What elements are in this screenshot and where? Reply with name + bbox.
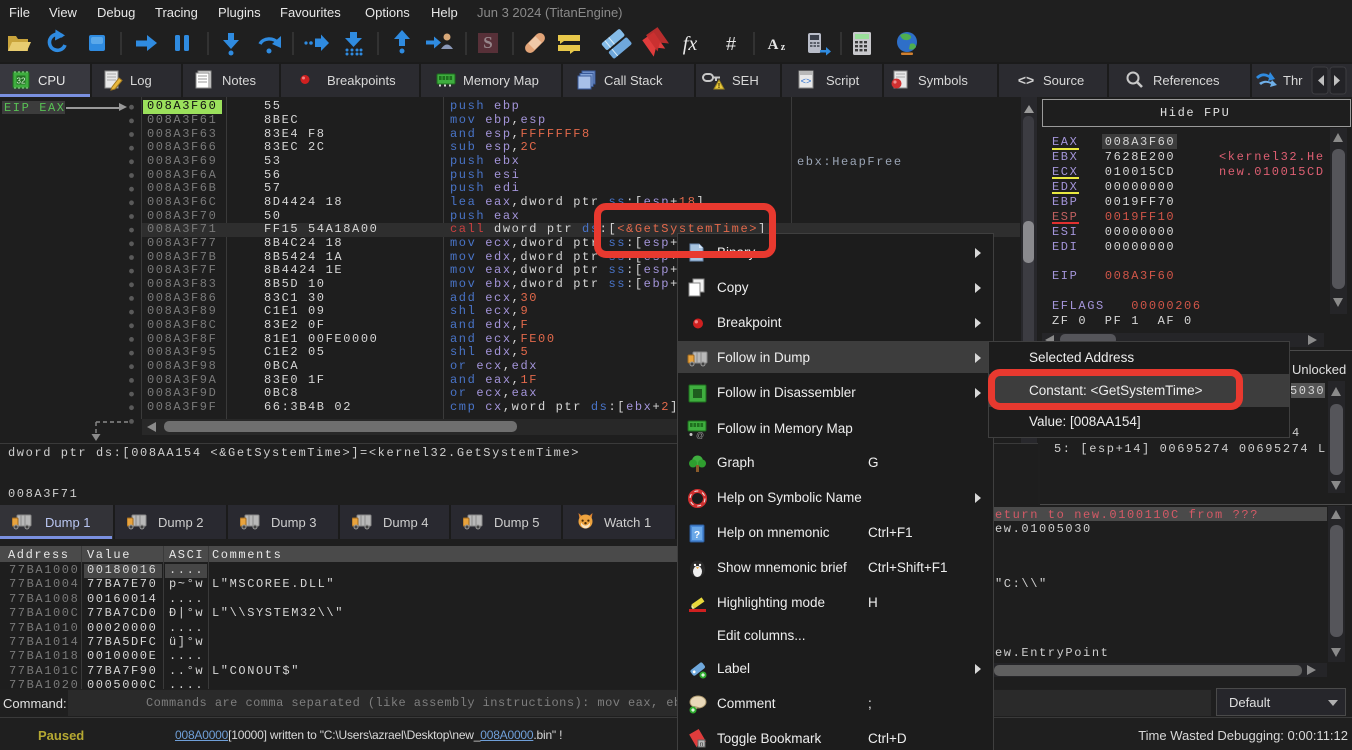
svg-text:!: ! bbox=[718, 81, 721, 90]
svg-text:32: 32 bbox=[17, 77, 26, 86]
svg-text:?: ? bbox=[694, 530, 700, 541]
svg-text:<>: <> bbox=[801, 77, 812, 87]
svg-text:fx: fx bbox=[683, 33, 698, 55]
svg-text:z: z bbox=[781, 42, 786, 53]
svg-text:#: # bbox=[726, 34, 736, 54]
svg-text:A: A bbox=[768, 37, 779, 53]
svg-text:@: @ bbox=[696, 431, 704, 440]
svg-text:S: S bbox=[483, 33, 492, 52]
svg-text:<>: <> bbox=[1018, 72, 1034, 88]
svg-text:n: n bbox=[700, 741, 704, 748]
